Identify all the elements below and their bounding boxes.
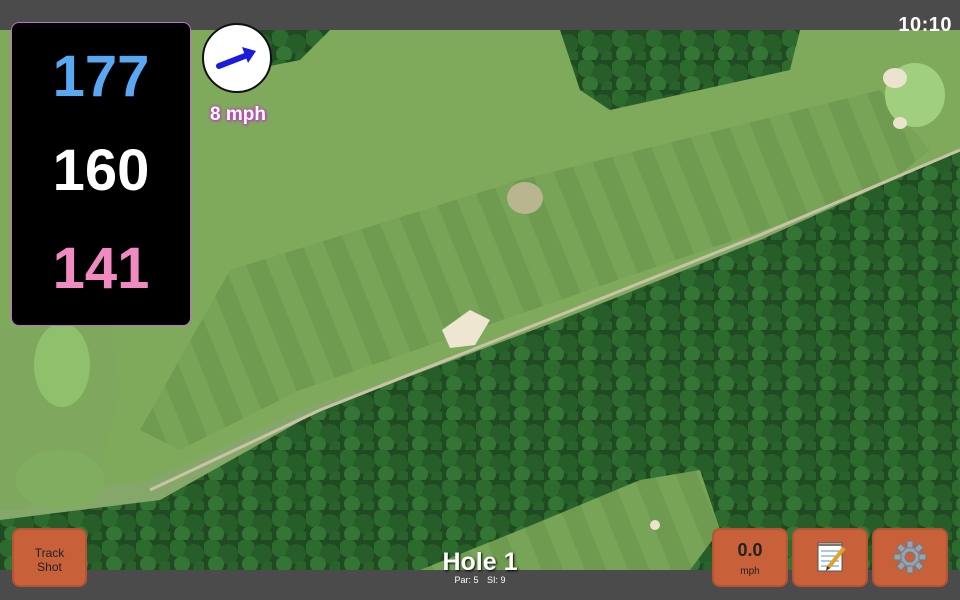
speed-unit: mph bbox=[740, 566, 760, 577]
track-shot-label-line1: Track bbox=[34, 546, 65, 560]
speed-value: 0.0 bbox=[737, 540, 763, 560]
hole-title: Hole 1 bbox=[442, 548, 518, 576]
notes-button[interactable] bbox=[792, 528, 868, 587]
hole-details: Par: 5 SI: 9 bbox=[400, 575, 560, 585]
front-yardage: 141 bbox=[52, 236, 150, 301]
settings-button[interactable] bbox=[872, 528, 948, 587]
middle-yardage: 160 bbox=[52, 138, 150, 203]
speed-button[interactable]: 0.0 mph bbox=[712, 528, 788, 587]
wind-indicator[interactable] bbox=[202, 23, 272, 93]
hole-par: Par: 5 bbox=[454, 575, 479, 585]
yardage-panel: 177 160 141 bbox=[11, 22, 191, 326]
track-shot-button[interactable]: Track Shot bbox=[12, 528, 87, 587]
hole-info: Hole 1 Par: 5 SI: 9 bbox=[400, 548, 560, 585]
wind-speed-label: 8 mph bbox=[210, 104, 266, 125]
gear-icon bbox=[893, 540, 927, 574]
track-shot-label-line2: Shot bbox=[37, 560, 62, 574]
wind-arrow-icon bbox=[216, 47, 256, 69]
clock: 10:10 bbox=[898, 14, 952, 36]
hole-stroke-index: SI: 9 bbox=[487, 575, 506, 585]
notepad-icon bbox=[817, 542, 846, 572]
back-yardage: 177 bbox=[52, 44, 150, 109]
